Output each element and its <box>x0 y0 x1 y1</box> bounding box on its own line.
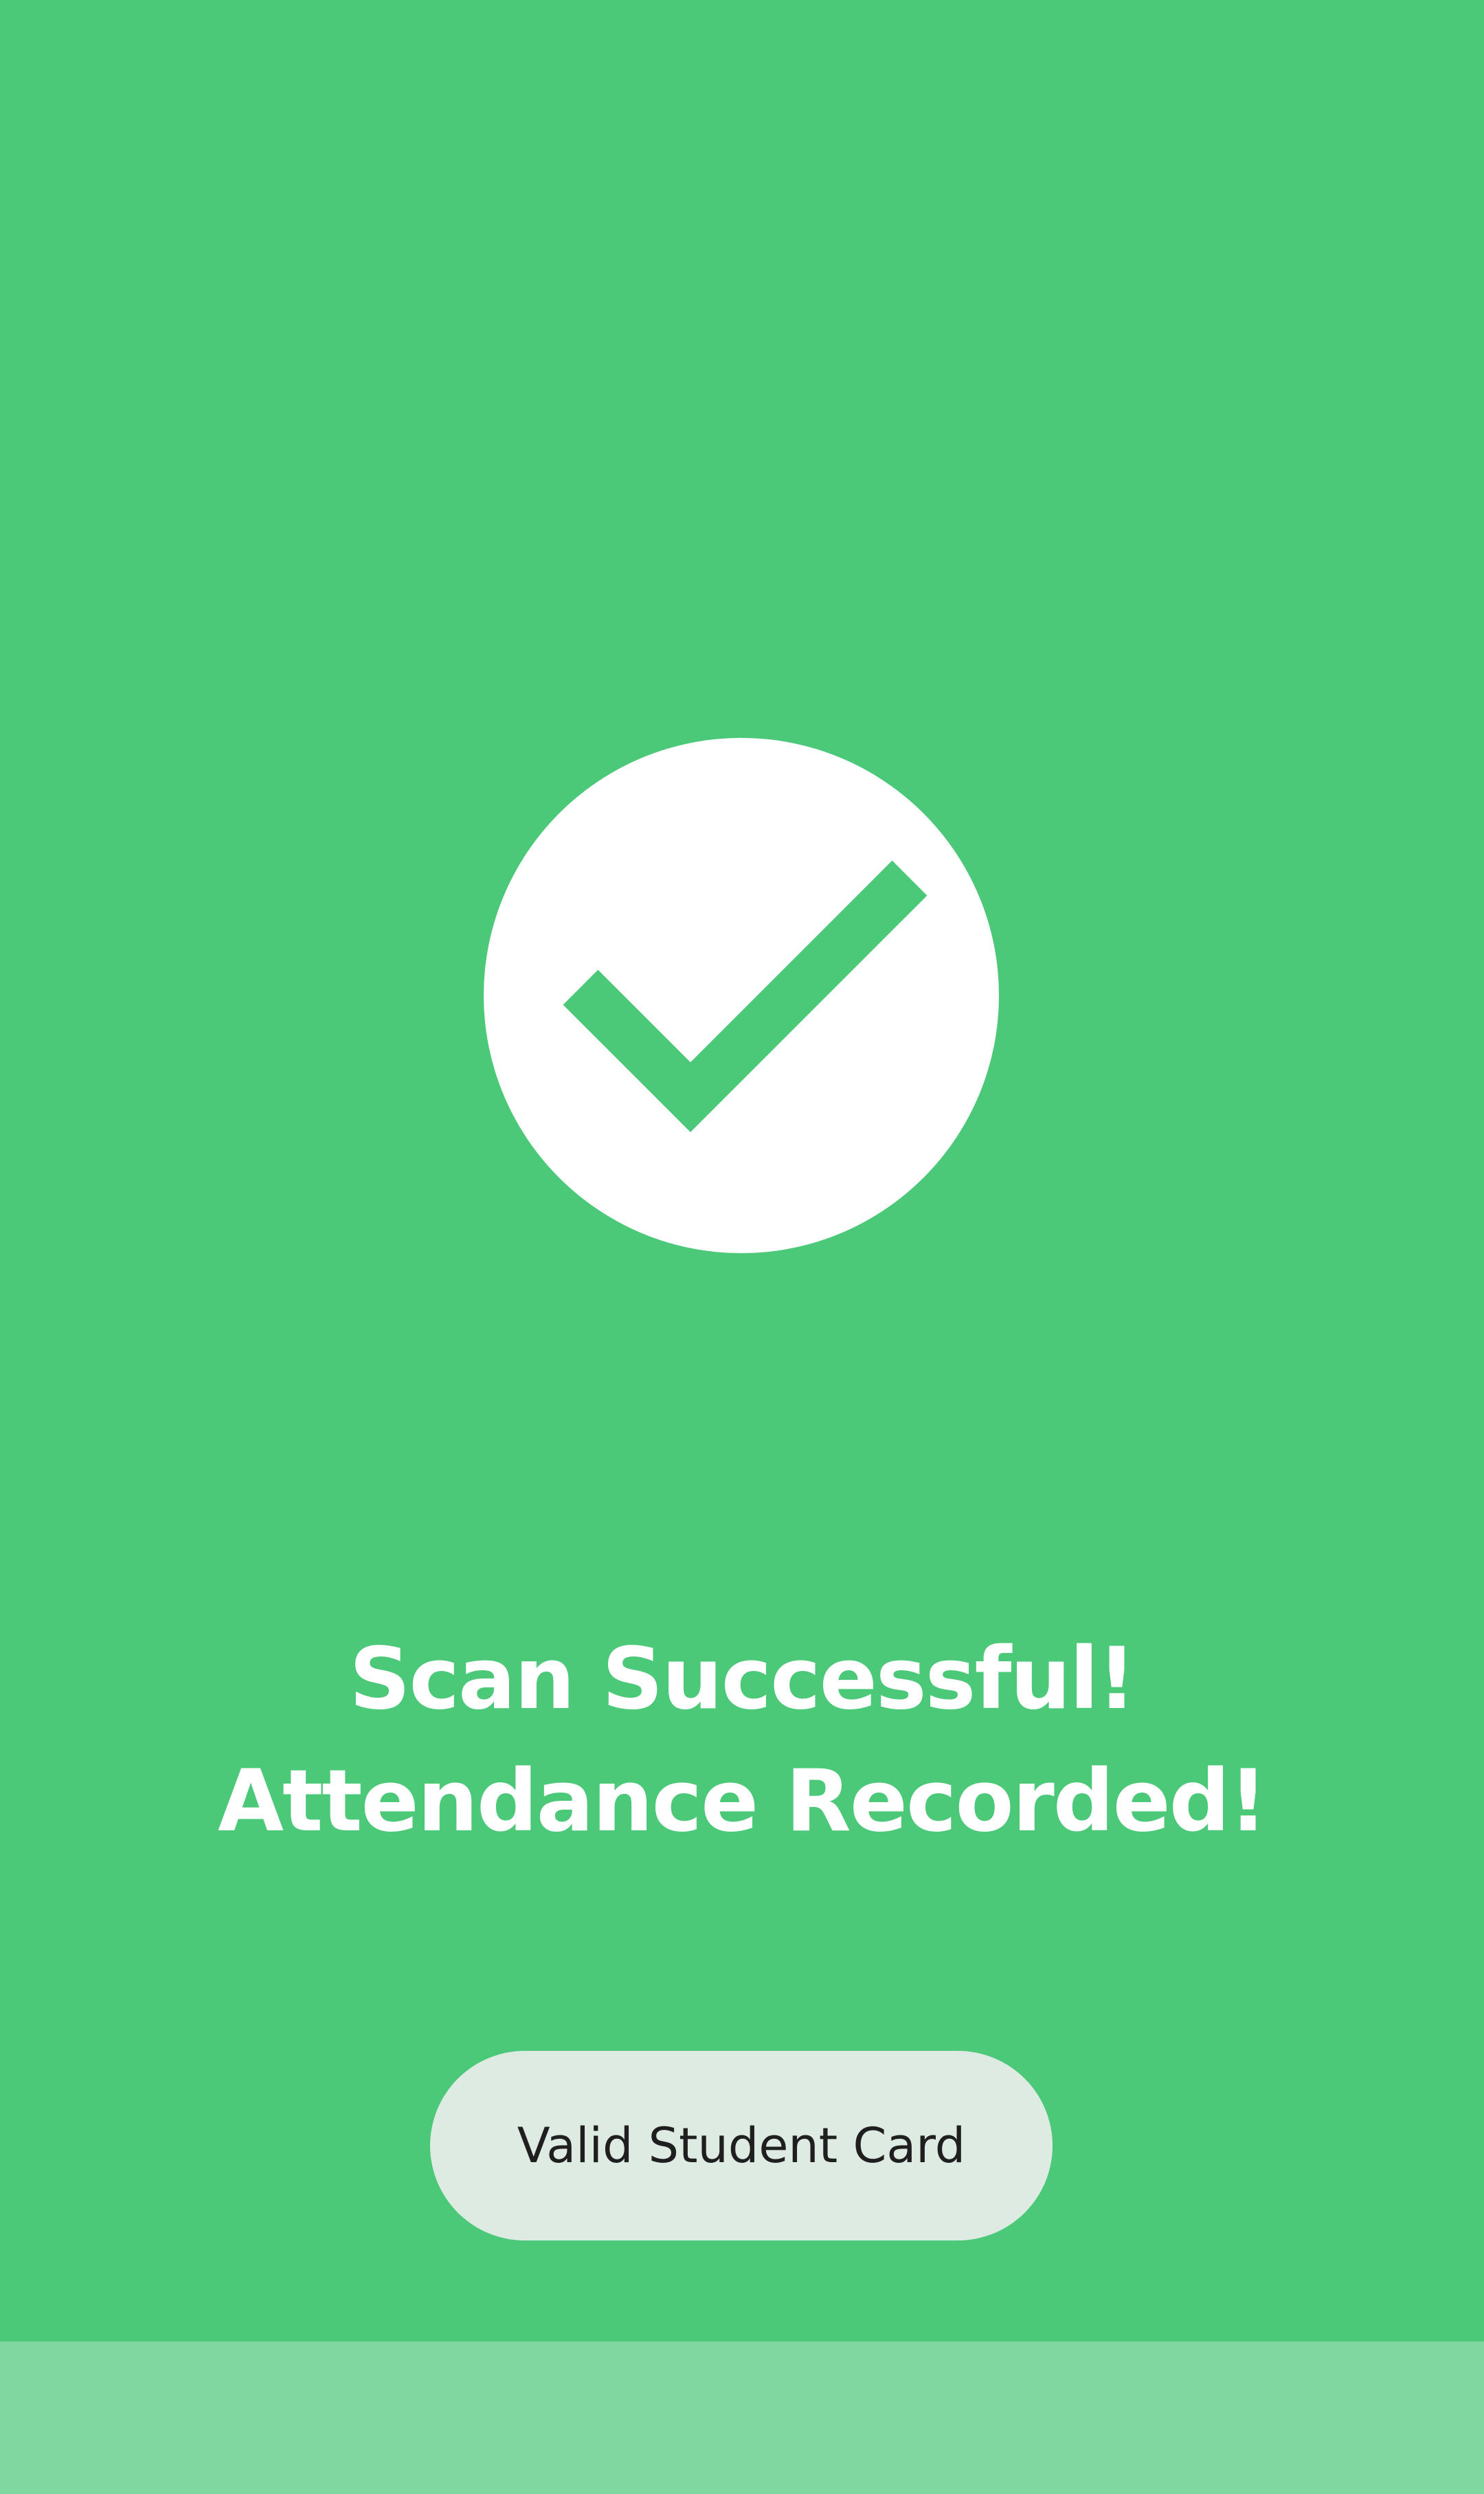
check-circle-icon <box>484 738 999 1253</box>
bottom-band <box>0 2341 1484 2494</box>
success-message: Scan Successful! Attendance Recorded! <box>0 1618 1484 1863</box>
checkmark-icon <box>563 860 928 1132</box>
headline-line-2: Attendance Recorded! <box>218 1752 1268 1851</box>
scan-result-screen: Scan Successful! Attendance Recorded! Va… <box>0 0 1484 2341</box>
card-status-badge: Valid Student Card <box>430 2051 1053 2240</box>
headline-line-1: Scan Successful! <box>349 1630 1136 1729</box>
